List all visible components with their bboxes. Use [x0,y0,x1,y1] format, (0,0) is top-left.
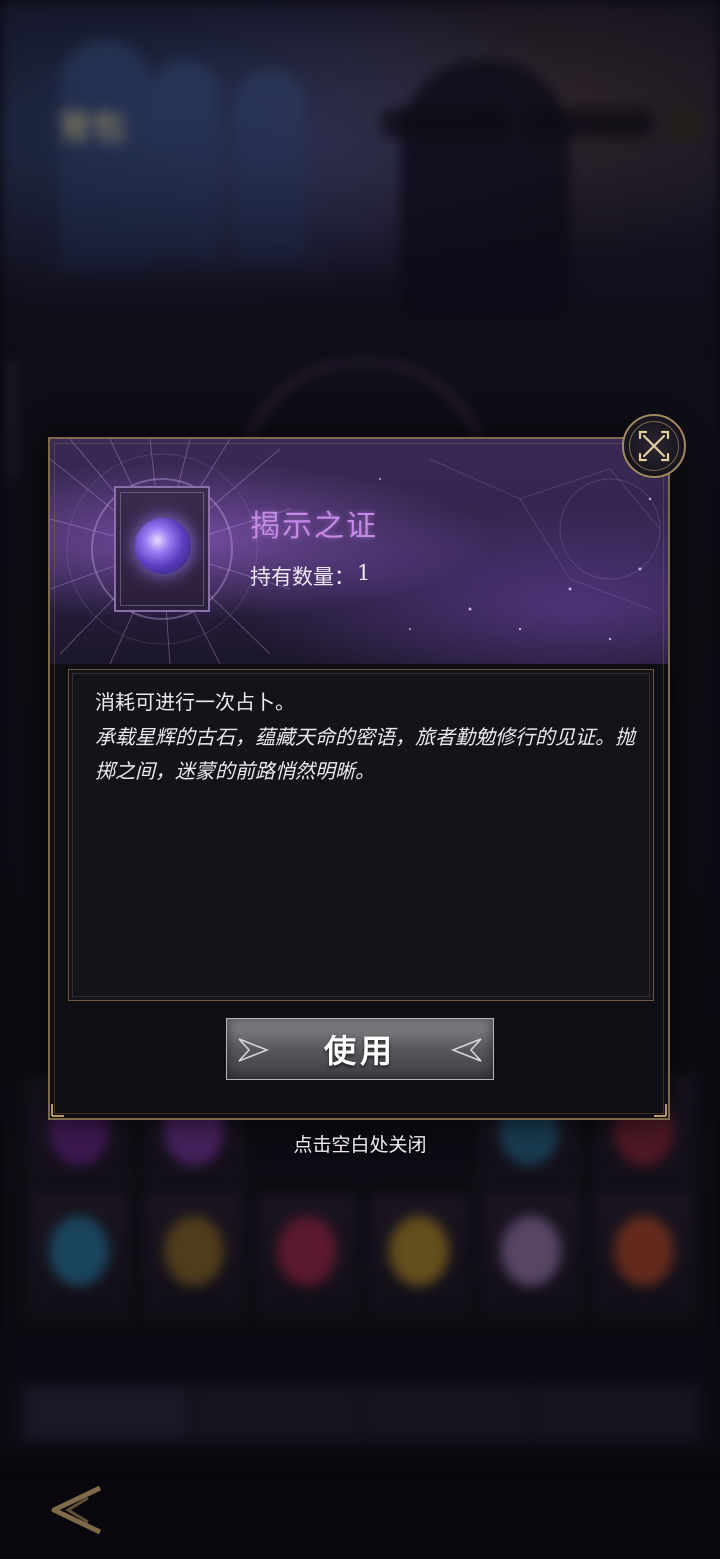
item-detail-dialog: 揭示之证 持有数量： 1 消耗可进行一次占卜。 承载星辉的古石，蕴藏天命的密语，… [48,437,670,1120]
corner-ornament [51,1104,64,1117]
wing-right-icon [451,1038,482,1062]
item-portrait-frame [114,486,210,612]
item-flavor-text: 承载星辉的古石，蕴藏天命的密语，旅者勤勉修行的见证。抛掷之间，迷蒙的前路悄然明晰… [95,725,635,783]
item-name: 揭示之证 [250,509,378,544]
tap-to-close-hint: 点击空白处关闭 [293,1134,427,1156]
quantity-label: 持有数量： [250,565,355,589]
close-x-icon [638,430,670,462]
description-box: 消耗可进行一次占卜。 承载星辉的古石，蕴藏天命的密语，旅者勤勉修行的见证。抛掷之… [68,669,654,1001]
quantity-value: 1 [357,561,371,585]
dialog-header: 揭示之证 持有数量： 1 [50,439,668,664]
back-arrow-icon[interactable] [40,1478,110,1542]
use-button-label: 使用 [323,1032,396,1070]
use-button[interactable]: 使用 [226,1018,494,1080]
item-effect-text: 消耗可进行一次占卜。 [95,690,295,714]
wing-left-icon [238,1038,269,1062]
item-quantity: 持有数量： 1 [250,561,370,591]
crystal-orb-icon [135,518,191,574]
corner-ornament [654,1104,667,1117]
close-button[interactable] [622,414,686,478]
